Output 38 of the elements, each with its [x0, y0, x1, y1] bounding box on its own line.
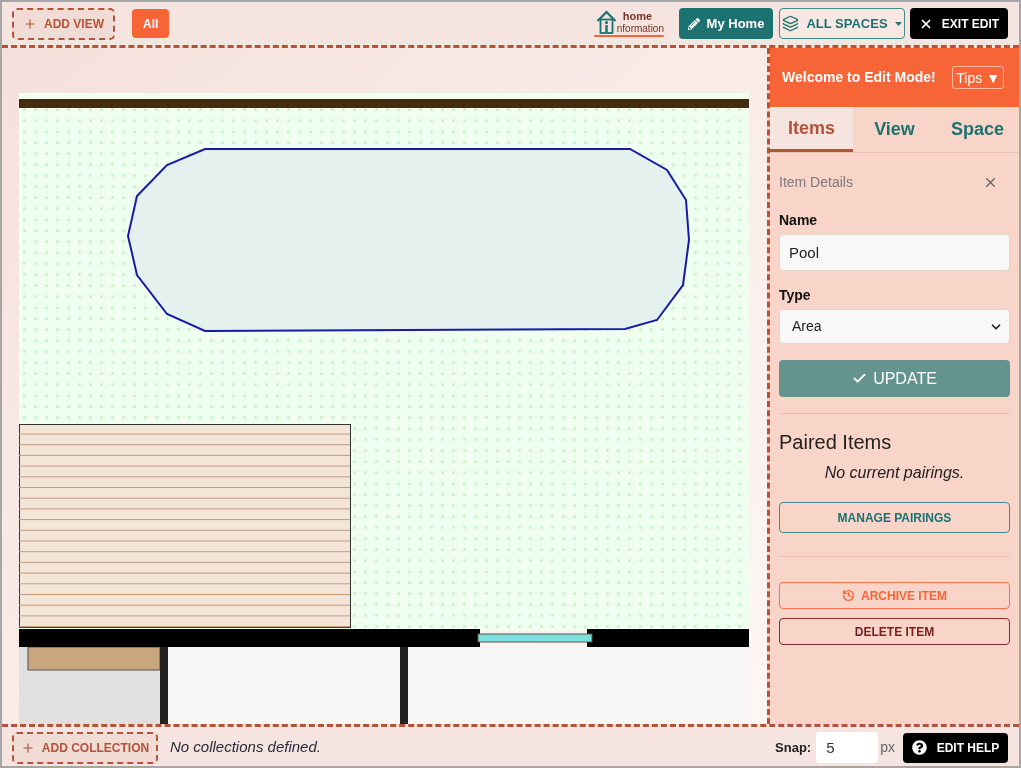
- empty-collections-text: No collections defined.: [170, 737, 321, 758]
- check-icon: [852, 371, 868, 386]
- panel-tab[interactable]: Space: [936, 107, 1019, 152]
- manage-pairings-button[interactable]: MANAGE PAIRINGS: [779, 502, 1010, 533]
- type-select[interactable]: Area: [779, 309, 1010, 344]
- edit-help-button[interactable]: EDIT HELP: [903, 732, 1008, 763]
- plus-icon: [20, 740, 35, 755]
- panel-tab[interactable]: View: [853, 107, 936, 152]
- house-logo-icon: [595, 10, 617, 34]
- filter-chip[interactable]: All: [132, 9, 170, 38]
- plus-icon: [23, 16, 37, 31]
- snap-label: Snap:: [775, 738, 812, 757]
- layers-icon: [782, 15, 800, 32]
- clock-arrow-icon: [842, 589, 855, 602]
- panel-title: Welcome to Edit Mode!: [782, 68, 936, 87]
- logo-word: home: [622, 11, 654, 22]
- empty-pairings-text: No current pairings.: [823, 463, 966, 483]
- add-view-button[interactable]: ADD VIEW: [12, 7, 115, 40]
- field-label: Type: [779, 286, 812, 305]
- help-icon: [911, 740, 927, 755]
- unit-label: px: [880, 738, 895, 757]
- logo-word: nformation: [616, 24, 664, 34]
- section-heading: Item Details: [779, 172, 853, 192]
- snap-input[interactable]: 5: [816, 732, 879, 763]
- pencil-icon: [687, 17, 700, 30]
- archive-item-button[interactable]: ARCHIVE ITEM: [779, 582, 1010, 609]
- panel-tab[interactable]: Items: [770, 107, 853, 152]
- exit-edit-button[interactable]: EXIT EDIT: [910, 8, 1008, 39]
- field-label: Name: [779, 211, 819, 230]
- my-home-button[interactable]: My Home: [679, 8, 773, 39]
- delete-item-button[interactable]: DELETE ITEM: [779, 618, 1010, 645]
- add-collection-button[interactable]: ADD COLLECTION: [12, 731, 158, 764]
- caret-icon: [894, 21, 902, 26]
- tips-button[interactable]: Tips ▼: [952, 66, 1004, 89]
- spaces-dropdown[interactable]: ALL SPACES: [779, 8, 905, 39]
- update-button[interactable]: UPDATE: [779, 360, 1010, 397]
- name-input[interactable]: Pool: [779, 234, 1010, 271]
- section-title: Paired Items: [779, 430, 893, 455]
